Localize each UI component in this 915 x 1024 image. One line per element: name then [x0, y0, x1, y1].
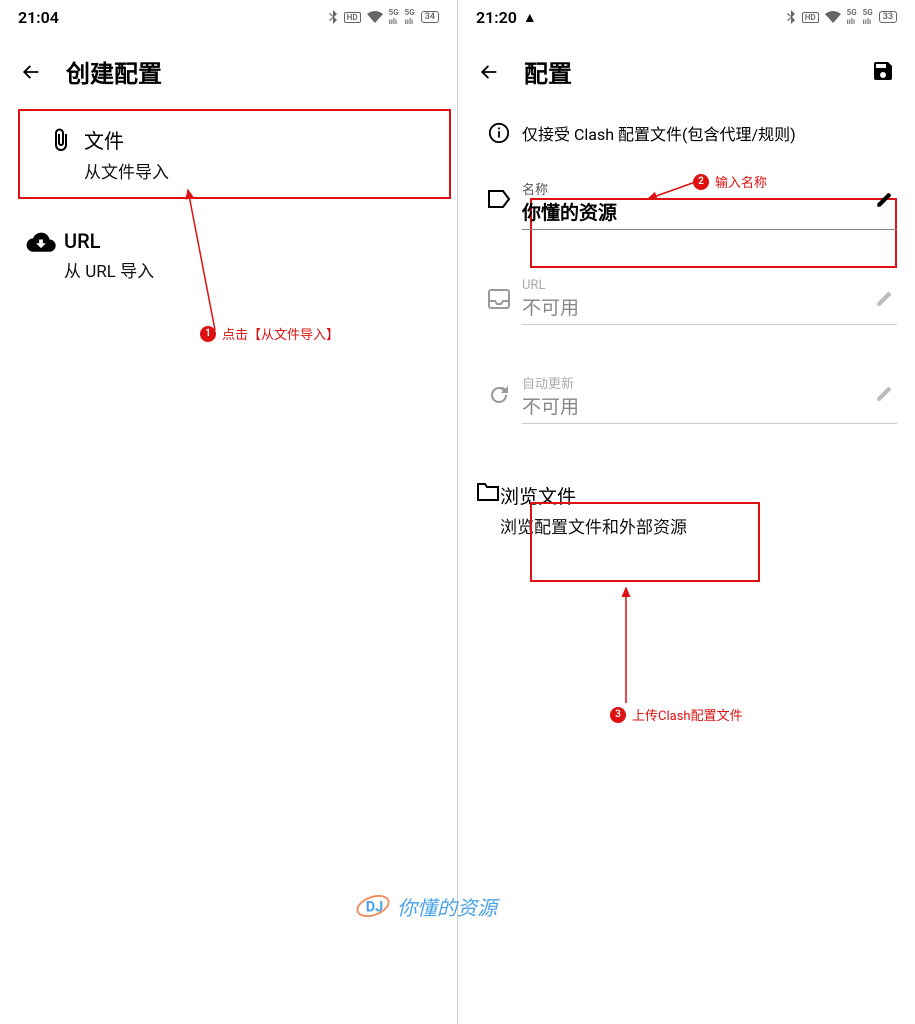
annotation-badge-1: 1: [200, 326, 216, 342]
name-field-value[interactable]: 你懂的资源: [522, 198, 897, 225]
annotation-badge-3: 3: [610, 707, 626, 723]
hd-icon: HD: [802, 12, 819, 23]
bluetooth-icon: [328, 10, 338, 24]
edit-icon: [875, 385, 893, 403]
file-item-subtitle: 从文件导入: [84, 158, 431, 183]
annotation-arrow-1: [180, 185, 230, 335]
annotation-badge-2: 2: [693, 174, 709, 190]
page-title: 配置: [524, 54, 572, 89]
auto-field-value: 不可用: [522, 392, 897, 419]
annotation-text-3: 上传Clash配置文件: [632, 705, 743, 724]
app-bar: 创建配置: [0, 30, 457, 109]
annotation-1: 1 点击【从文件导入】: [200, 324, 339, 343]
signal-5g-1: 5Gıılı: [847, 8, 857, 26]
watermark-logo-icon: DJ: [355, 888, 391, 924]
svg-text:DJ: DJ: [366, 898, 383, 915]
annotation-text-1: 点击【从文件导入】: [222, 324, 339, 343]
wifi-icon: [825, 11, 841, 23]
info-icon: [488, 122, 510, 144]
page-title: 创建配置: [66, 54, 162, 89]
signal-5g-1: 5Gıılı: [389, 8, 399, 26]
inbox-icon: [487, 288, 511, 310]
annotation-2: 2 输入名称: [693, 172, 767, 191]
back-button[interactable]: [18, 59, 44, 85]
cloud-download-icon: [26, 231, 56, 253]
auto-update-row: 自动更新 不可用: [458, 363, 915, 434]
save-button[interactable]: [871, 59, 897, 85]
url-field-label: URL: [522, 278, 897, 293]
browse-title: 浏览文件: [500, 482, 687, 509]
status-time: 21:04: [18, 8, 59, 27]
edit-icon: [875, 290, 893, 308]
status-time: 21:20: [476, 8, 517, 27]
right-screen: 21:20 ▲ HD 5Gıılı 5Gıılı 33 配置: [458, 0, 915, 1024]
file-import-item[interactable]: 文件 从文件导入: [18, 109, 451, 199]
signal-5g-2: 5Gıılı: [405, 8, 415, 26]
bluetooth-icon: [786, 10, 796, 24]
url-item-subtitle: 从 URL 导入: [64, 257, 439, 282]
file-item-title: 文件: [84, 125, 431, 154]
watermark-text: 你懂的资源: [397, 892, 497, 921]
info-text: 仅接受 Clash 配置文件(包含代理/规则): [522, 121, 796, 145]
info-row: 仅接受 Clash 配置文件(包含代理/规则): [458, 109, 915, 157]
browse-row[interactable]: 浏览文件 浏览配置文件和外部资源: [458, 466, 915, 554]
annotation-3: 3 上传Clash配置文件: [610, 705, 743, 724]
wifi-icon: [367, 11, 383, 23]
watermark: DJ 你懂的资源: [355, 888, 497, 924]
edit-icon[interactable]: [875, 191, 893, 209]
label-icon: [487, 189, 511, 209]
annotation-text-2: 输入名称: [715, 172, 767, 191]
status-bar: 21:20 ▲ HD 5Gıılı 5Gıılı 33: [458, 0, 915, 30]
attachment-icon: [49, 127, 73, 153]
auto-field-label: 自动更新: [522, 373, 897, 392]
url-item-title: URL: [64, 229, 439, 253]
url-field-row: URL 不可用: [458, 268, 915, 335]
app-bar: 配置: [458, 30, 915, 109]
browse-subtitle: 浏览配置文件和外部资源: [500, 513, 687, 538]
battery-icon: 34: [421, 11, 439, 23]
back-button[interactable]: [476, 59, 502, 85]
status-bar: 21:04 HD 5Gıılı 5Gıılı 34: [0, 0, 457, 30]
refresh-icon: [487, 383, 511, 407]
url-field-value: 不可用: [522, 293, 897, 320]
battery-icon: 33: [879, 11, 897, 23]
left-screen: 21:04 HD 5Gıılı 5Gıılı 34 创建配置 文件 从文件导入: [0, 0, 457, 1024]
hd-icon: HD: [344, 12, 361, 23]
annotation-arrow-3: [616, 585, 636, 705]
signal-5g-2: 5Gıılı: [863, 8, 873, 26]
cat-icon: ▲: [523, 9, 537, 26]
folder-icon: [476, 482, 500, 502]
